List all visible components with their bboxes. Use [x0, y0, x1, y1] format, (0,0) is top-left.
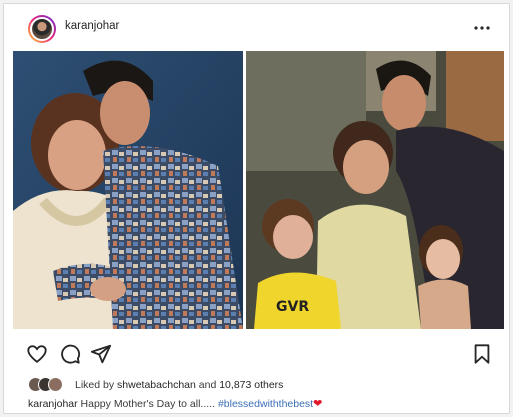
post-username[interactable]: karanjohar — [65, 20, 119, 32]
likes-prefix: Liked by — [75, 379, 115, 391]
post-media[interactable]: GVR — [13, 51, 504, 329]
heart-icon[interactable] — [26, 343, 48, 365]
liker-avatars[interactable] — [28, 377, 72, 393]
liked-by-user[interactable]: shwetabachchan — [117, 379, 196, 391]
post-header: karanjohar — [4, 4, 509, 48]
photo-left — [13, 51, 243, 329]
share-icon[interactable] — [90, 343, 112, 365]
instagram-post: karanjohar GVR Liked by shwetabachchan a… — [3, 3, 510, 414]
caption-text: Happy Mother's Day to all..... — [80, 398, 216, 410]
caption-hashtag[interactable]: #blessedwiththebest — [218, 398, 313, 410]
avatar-image — [30, 17, 54, 41]
svg-text:GVR: GVR — [276, 299, 309, 315]
post-actions — [4, 338, 509, 368]
photo-right: GVR — [246, 51, 504, 329]
likes-and: and — [198, 379, 217, 391]
bookmark-icon[interactable] — [471, 343, 493, 365]
red-heart-emoji: ❤ — [313, 398, 323, 410]
likes-count[interactable]: 10,873 others — [219, 379, 283, 391]
more-options-icon[interactable] — [472, 18, 492, 38]
comment-icon[interactable] — [59, 343, 81, 365]
caption-username[interactable]: karanjohar — [28, 398, 78, 410]
liker-avatar — [48, 377, 63, 392]
likes-text: Liked by shwetabachchan and 10,873 other… — [75, 379, 283, 391]
likes-row: Liked by shwetabachchan and 10,873 other… — [28, 376, 498, 394]
profile-avatar[interactable] — [28, 15, 56, 43]
caption: karanjohar Happy Mother's Day to all....… — [28, 397, 503, 413]
